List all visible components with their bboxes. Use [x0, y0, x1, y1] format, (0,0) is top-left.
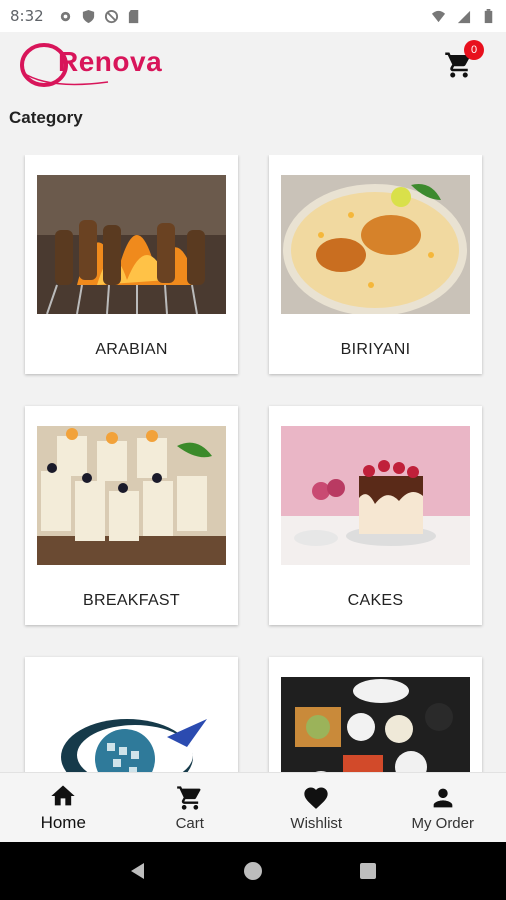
nav-label: Wishlist: [290, 814, 343, 832]
nav-my-order[interactable]: My Order: [380, 773, 506, 842]
nav-label: Cart: [175, 814, 204, 832]
category-label: ARABIAN: [95, 341, 168, 358]
system-navigation-bar: [0, 842, 506, 900]
nav-home[interactable]: Home: [0, 773, 127, 842]
category-card-breakfast[interactable]: BREAKFAST: [25, 406, 238, 625]
sd-card-icon: [128, 9, 138, 23]
category-image-globe-logo: [37, 677, 226, 772]
home-button-icon[interactable]: [242, 860, 264, 882]
shield-icon: [82, 9, 94, 23]
status-time: 8:32: [10, 7, 44, 25]
home-icon: [51, 785, 75, 806]
settings-icon: [60, 11, 70, 21]
nav-wishlist[interactable]: Wishlist: [253, 773, 380, 842]
category-image-japanese-food: [281, 677, 470, 772]
category-grid: ARABIAN BIRIYANI BREAKFAST CAKES: [0, 155, 506, 772]
category-card-5[interactable]: [25, 657, 238, 772]
cart-count-badge: 0: [464, 40, 484, 60]
heart-icon: [304, 787, 328, 809]
app-bar: Renova 0: [0, 32, 506, 98]
wifi-icon: [431, 10, 446, 22]
category-image-arabian: [37, 175, 226, 314]
page-title: Category: [9, 108, 83, 127]
cart-icon: [176, 785, 201, 810]
nav-label: Home: [40, 813, 86, 832]
category-card-cakes[interactable]: CAKES: [269, 406, 482, 625]
status-bar: 8:32: [0, 0, 506, 32]
category-image-breakfast: [37, 426, 226, 565]
category-label: CAKES: [347, 592, 404, 609]
category-label: BREAKFAST: [83, 592, 180, 609]
category-image-biriyani: [281, 175, 470, 314]
nav-cart[interactable]: Cart: [127, 773, 254, 842]
brand-logo-text: Renova: [58, 46, 163, 77]
recents-icon[interactable]: [357, 860, 379, 882]
signal-icon: [457, 10, 471, 23]
back-icon[interactable]: [127, 860, 149, 882]
nav-label: My Order: [411, 814, 474, 832]
bottom-navigation: Home Cart Wishlist My Order: [0, 772, 506, 842]
battery-icon: [484, 8, 493, 23]
person-icon: [433, 788, 453, 807]
category-card-biriyani[interactable]: BIRIYANI: [269, 155, 482, 374]
category-card-arabian[interactable]: ARABIAN: [25, 155, 238, 374]
category-label: BIRIYANI: [340, 341, 411, 358]
no-disturb-icon: [104, 9, 118, 23]
category-card-6[interactable]: [269, 657, 482, 772]
category-image-cakes: [281, 426, 470, 565]
notification-icons: [58, 9, 142, 24]
